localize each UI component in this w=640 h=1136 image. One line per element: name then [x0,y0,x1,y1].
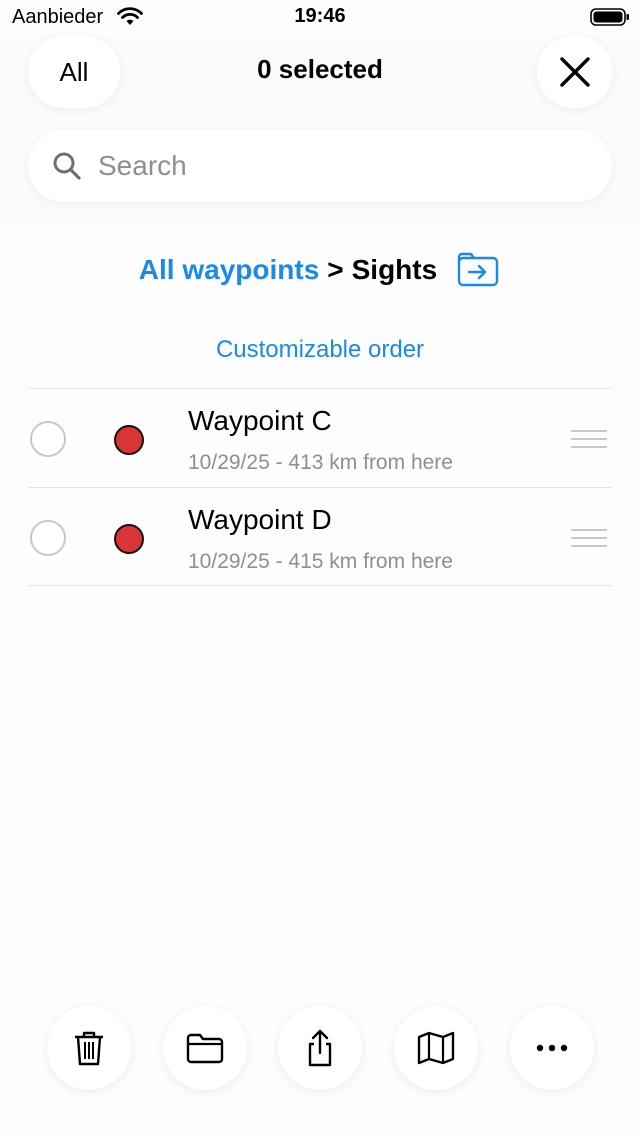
breadcrumb-current: Sights [351,254,438,285]
drag-handle-icon[interactable] [570,429,608,449]
waypoint-color-dot [114,425,144,455]
drag-handle-icon[interactable] [570,528,608,548]
delete-button[interactable] [47,1006,131,1090]
close-icon [560,57,590,87]
waypoint-subtitle: 10/29/25 - 413 km from here [188,451,453,474]
bottom-toolbar [0,1006,640,1090]
status-bar: Aanbieder 19:46 [0,0,640,36]
map-icon [417,1031,455,1065]
sort-order-button[interactable]: Customizable order [0,336,640,364]
more-button[interactable] [510,1006,594,1090]
search-input[interactable]: Search [28,130,612,202]
waypoint-subtitle: 10/29/25 - 415 km from here [188,550,453,573]
move-to-folder-button[interactable] [163,1006,247,1090]
waypoint-list: Waypoint C 10/29/25 - 413 km from here W… [28,388,612,586]
close-button[interactable] [537,36,613,108]
waypoint-title: Waypoint C [188,405,332,436]
share-button[interactable] [278,1006,362,1090]
screen: Aanbieder 19:46 All 0 selected Search Al… [0,0,640,1136]
breadcrumb: All waypoints > Sights [0,252,640,288]
share-icon [308,1029,332,1067]
more-icon [536,1044,568,1052]
search-icon [53,152,81,180]
list-item[interactable]: Waypoint D 10/29/25 - 415 km from here [28,487,612,586]
clock: 19:46 [294,5,346,27]
breadcrumb-root-link[interactable]: All waypoints [139,254,319,286]
search-placeholder: Search [98,150,187,181]
battery-icon [590,8,629,26]
folder-icon [186,1033,224,1064]
waypoint-color-dot [114,524,144,554]
select-checkbox[interactable] [30,520,66,556]
show-on-map-button[interactable] [394,1006,478,1090]
list-item[interactable]: Waypoint C 10/29/25 - 413 km from here [28,388,612,487]
waypoint-title: Waypoint D [188,504,332,535]
trash-icon [75,1031,103,1066]
move-folder-icon[interactable] [457,252,501,288]
select-checkbox[interactable] [30,421,66,457]
breadcrumb-separator: > [327,254,344,285]
header: All 0 selected Search [0,36,640,226]
